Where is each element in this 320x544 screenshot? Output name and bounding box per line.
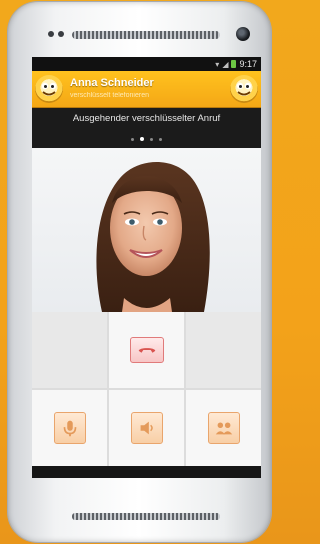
wifi-icon: ▾ [215, 59, 220, 69]
earpiece-speaker [72, 31, 220, 39]
phone-frame: ▾ ◢ 9:17 Anna Schneider verschlüsselt te… [8, 2, 271, 542]
call-controls-grid [32, 312, 261, 466]
app-logo-icon [35, 75, 63, 103]
grid-cell-empty [32, 312, 107, 388]
microphone-icon [53, 412, 86, 444]
app-logo-icon [230, 75, 258, 103]
contact-photo [32, 148, 261, 312]
status-time: 9:17 [239, 59, 257, 69]
sensor-dots [48, 31, 64, 37]
phone-screen: ▾ ◢ 9:17 Anna Schneider verschlüsselt te… [32, 57, 261, 478]
signal-icon: ◢ [222, 59, 229, 69]
page-dot [159, 137, 162, 141]
page-dot-active [140, 137, 144, 141]
speaker-icon [130, 412, 163, 444]
status-bar: ▾ ◢ 9:17 [32, 57, 261, 71]
contacts-button[interactable] [186, 390, 261, 466]
phone-hangup-icon [129, 337, 164, 363]
grid-cell-empty [186, 312, 261, 388]
contact-photo-illustration [96, 161, 210, 312]
battery-icon [231, 60, 237, 68]
bottom-speaker-grille [72, 513, 220, 520]
mute-button[interactable] [32, 390, 107, 466]
contact-name: Anna Schneider [70, 77, 154, 89]
page-dot [150, 137, 153, 141]
page-indicator [32, 130, 261, 148]
speaker-button[interactable] [109, 390, 184, 466]
front-camera [236, 27, 250, 41]
call-header: Anna Schneider verschlüsselt telefoniere… [32, 71, 261, 108]
contacts-icon [207, 412, 240, 444]
hangup-button[interactable] [109, 312, 184, 388]
page-dot [131, 137, 134, 141]
call-status-text: Ausgehender verschlüsselter Anruf [32, 108, 261, 130]
contact-subtitle: verschlüsselt telefonieren [70, 92, 149, 99]
